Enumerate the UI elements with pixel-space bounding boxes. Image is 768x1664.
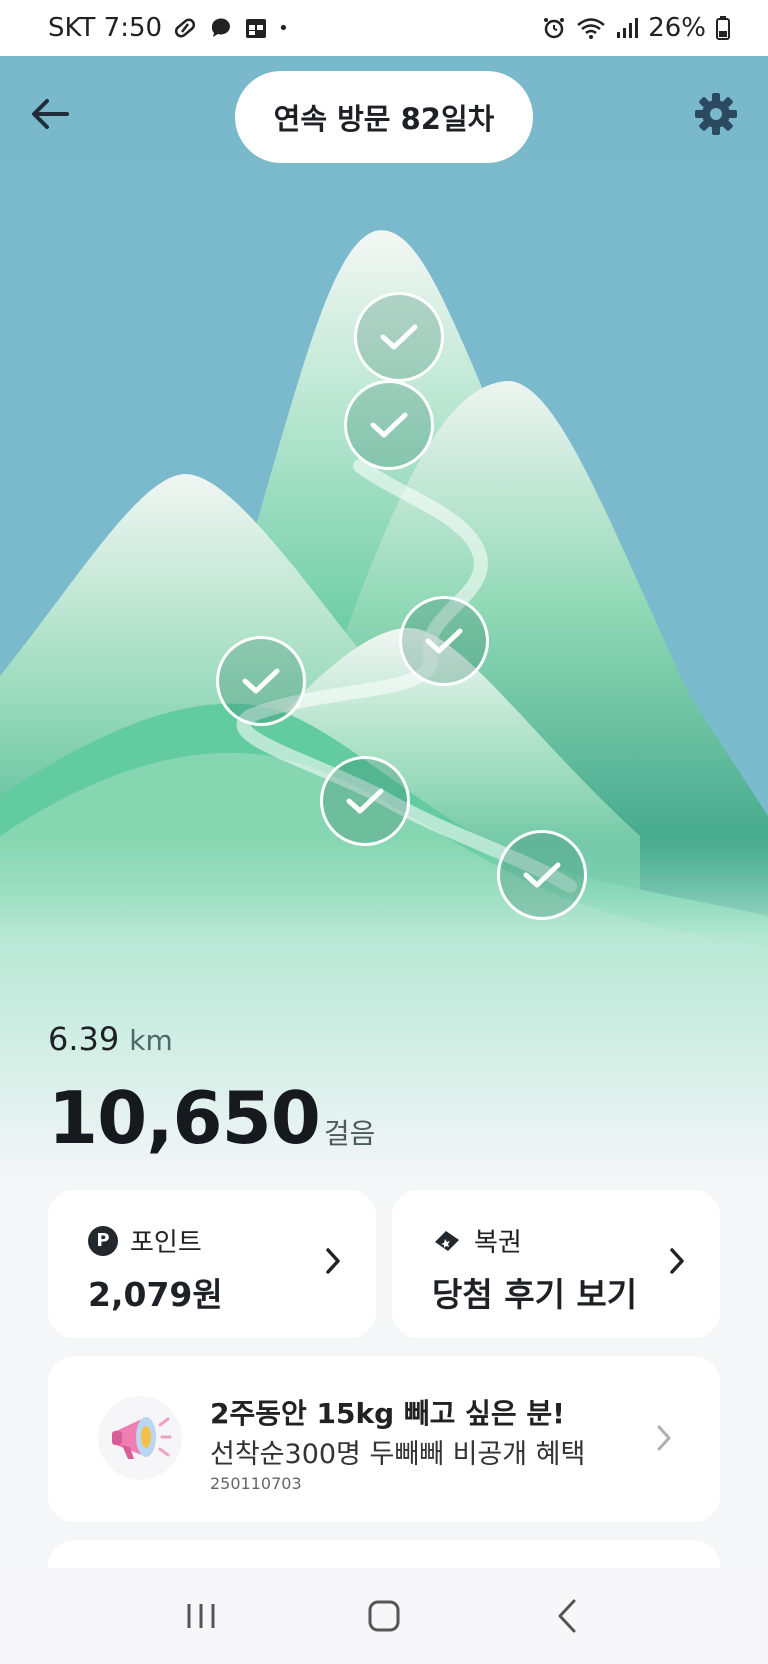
visit-check-marker (344, 380, 434, 470)
check-icon (523, 862, 561, 888)
step-count: 10,650 걸음 (48, 1076, 375, 1160)
check-icon (425, 628, 463, 654)
signal-icon (616, 17, 639, 39)
settings-button[interactable] (686, 84, 746, 144)
points-card[interactable]: P 포인트 2,079원 (48, 1190, 376, 1338)
gear-icon (695, 93, 737, 135)
home-icon (368, 1600, 400, 1632)
streak-badge: 연속 방문 82일차 (235, 71, 533, 163)
check-icon (242, 668, 280, 694)
mountain-illustration (0, 56, 768, 1180)
points-label: 포인트 (130, 1228, 202, 1258)
distance-unit: km (129, 1024, 173, 1057)
wifi-icon (576, 16, 606, 40)
system-nav-bar (0, 1568, 768, 1664)
visit-check-marker (216, 636, 306, 726)
back-arrow-icon (32, 99, 69, 129)
recent-apps-button[interactable] (161, 1576, 241, 1656)
promo-subtitle: 선착순300명 두빼빼 비공개 혜택 (210, 1439, 586, 1470)
check-icon (370, 412, 408, 438)
walk-stats: 6.39 km 10,650 걸음 (48, 1020, 375, 1160)
chevron-right-icon (670, 1248, 684, 1274)
points-value: 2,079원 (88, 1275, 223, 1314)
pill-icon (172, 15, 198, 41)
hero-mountain-scene: 연속 방문 82일차 (0, 56, 768, 1180)
notification-dot: • (278, 17, 289, 39)
lottery-card[interactable]: 복권 당첨 후기 보기 (392, 1190, 720, 1338)
promo-title: 2주동안 15kg 빼고 싶은 분! (210, 1397, 565, 1430)
steps-unit: 걸음 (323, 1117, 376, 1150)
alarm-icon (542, 16, 566, 40)
recent-apps-icon (187, 1604, 215, 1628)
back-button[interactable] (22, 86, 78, 142)
battery-percent: 26% (648, 13, 706, 43)
promo-code: 250110703 (210, 1474, 302, 1493)
system-back-button[interactable] (527, 1576, 607, 1656)
visit-check-marker (399, 596, 489, 686)
visit-check-marker (497, 830, 587, 920)
visit-check-marker (354, 292, 444, 382)
battery-icon (716, 16, 730, 40)
points-card-header: P 포인트 (88, 1222, 202, 1259)
lottery-label: 복권 (474, 1228, 522, 1258)
steps-value: 10,650 (48, 1076, 321, 1160)
calendar-icon (244, 16, 268, 40)
chevron-right-icon (326, 1248, 340, 1274)
nav-back-icon (558, 1599, 576, 1633)
carrier-time: SKT 7:50 (48, 13, 163, 43)
megaphone-icon (98, 1396, 182, 1480)
ticket-icon (435, 1230, 459, 1251)
distance: 6.39 km (48, 1020, 375, 1058)
home-button[interactable] (344, 1576, 424, 1656)
lottery-card-header: 복권 (432, 1222, 522, 1259)
promo-banner[interactable]: 2주동안 15kg 빼고 싶은 분! 선착순300명 두빼빼 비공개 혜택 25… (48, 1356, 720, 1522)
point-icon: P (88, 1225, 118, 1256)
distance-value: 6.39 (48, 1020, 120, 1058)
chevron-right-icon (657, 1425, 671, 1451)
chat-icon (208, 15, 234, 41)
status-bar: SKT 7:50 • 26% (0, 0, 768, 56)
lottery-review-link: 당첨 후기 보기 (432, 1275, 638, 1314)
visit-check-marker (320, 756, 410, 846)
check-icon (380, 324, 418, 350)
check-icon (346, 788, 384, 814)
